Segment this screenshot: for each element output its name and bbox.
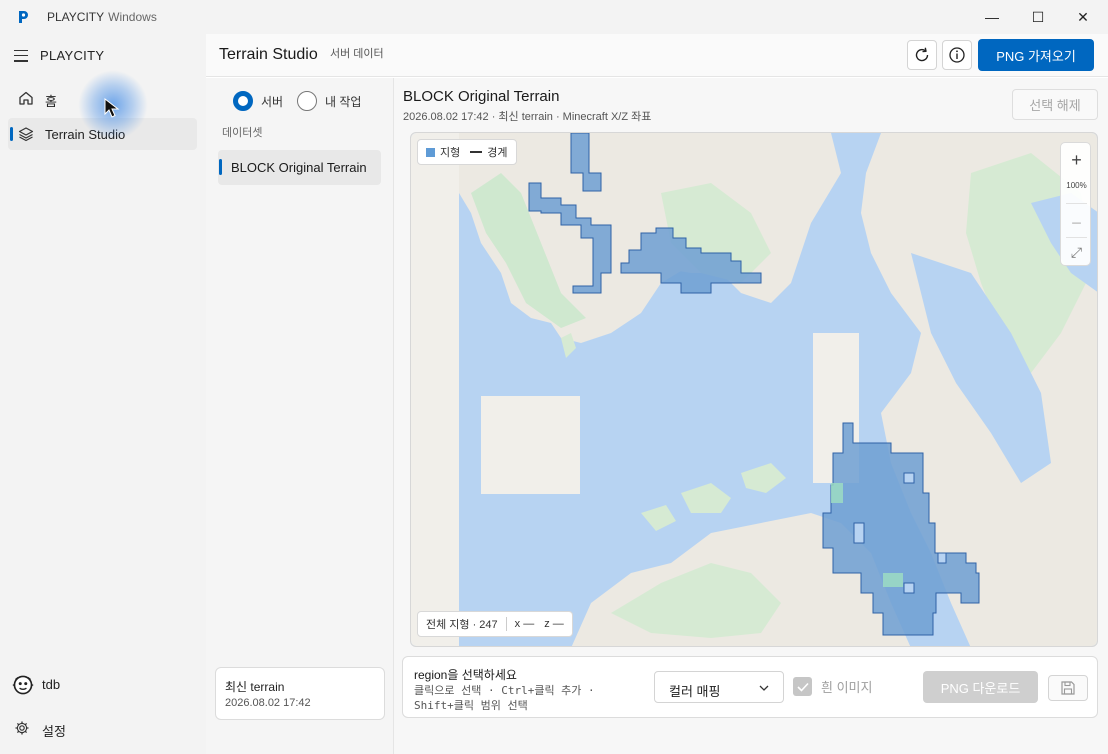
sidebar: PLAYCITY 홈 Terrain Studio tdb 설정	[0, 34, 206, 754]
mouse-cursor-icon	[104, 98, 120, 118]
refresh-icon	[915, 47, 929, 62]
map-status-bar: 전체 지형 · 247 x — z —	[417, 611, 573, 637]
terrain-hole	[853, 522, 865, 544]
close-button[interactable]: ✕	[1060, 0, 1106, 34]
window-title: PLAYCITY Windows	[47, 10, 157, 24]
png-download-button[interactable]: PNG 다운로드	[923, 671, 1038, 703]
window-subtitle: Windows	[108, 10, 157, 24]
sidebar-item-home[interactable]: 홈	[8, 82, 197, 114]
latest-terrain-date: 2026.08.02 17:42	[225, 697, 311, 709]
terrain-map[interactable]: 지형 경계 + 100% − ⤢ 전체 지형 · 247 x — z —	[410, 132, 1098, 647]
radio-server[interactable]: 서버	[233, 91, 283, 111]
dataset-item-label: BLOCK Original Terrain	[231, 160, 367, 175]
sidebar-settings-label: 설정	[42, 724, 66, 739]
selection-panel: region을 선택하세요 클릭으로 선택 · Ctrl+클릭 추가 · Shi…	[402, 656, 1098, 718]
status-total: 전체 지형 · 247	[426, 619, 498, 631]
radio-indicator[interactable]	[297, 91, 317, 111]
legend-fill-label: 지형	[440, 147, 461, 159]
status-x: x —	[514, 618, 535, 630]
title-bar: PLAYCITY Windows — ☐ ✕	[0, 0, 1108, 34]
radio-indicator[interactable]	[233, 91, 253, 111]
sidebar-item-label: Terrain Studio	[45, 127, 126, 142]
status-divider	[505, 617, 507, 631]
page-title: Terrain Studio	[219, 46, 318, 63]
brand-label: PLAYCITY	[40, 48, 105, 63]
sidebar-item-settings[interactable]: 설정	[8, 712, 197, 744]
selection-hint: 클릭으로 선택 · Ctrl+클릭 추가 · Shift+클릭 범위 선택	[414, 684, 595, 712]
color-mode-value: 컬러 매핑	[669, 684, 721, 699]
map-land	[481, 396, 580, 494]
radio-my-work[interactable]: 내 작업	[297, 91, 361, 111]
sidebar-item-terrain-studio[interactable]: Terrain Studio	[8, 118, 197, 150]
save-icon	[1061, 681, 1075, 695]
page-subtitle: 서버 데이터	[330, 48, 384, 60]
chevron-down-icon	[759, 685, 769, 691]
terrain-hole	[937, 552, 947, 564]
map-land	[411, 133, 459, 646]
dataset-meta: 2026.08.02 17:42 · 최신 terrain · Minecraf…	[403, 111, 652, 123]
window-app-name: PLAYCITY	[47, 10, 105, 24]
check-icon	[796, 682, 809, 692]
fit-view-button[interactable]: ⤢	[1061, 238, 1092, 266]
content-area: BLOCK Original Terrain 2026.08.02 17:42 …	[394, 78, 1108, 754]
latest-terrain-card: 최신 terrain 2026.08.02 17:42	[215, 667, 385, 720]
info-icon	[949, 47, 965, 63]
map-island	[641, 505, 676, 531]
minimize-button[interactable]: —	[969, 0, 1015, 34]
map-island	[741, 463, 786, 493]
dataset-panel: 서버 내 작업 데이터셋 BLOCK Original Terrain 최신 t…	[206, 78, 394, 754]
png-import-button[interactable]: PNG 가져오기	[978, 39, 1094, 71]
white-image-checkbox[interactable]: 흰 이미지	[793, 677, 872, 696]
refresh-button[interactable]	[907, 40, 937, 70]
page-header: Terrain Studio 서버 데이터 PNG 가져오기	[206, 34, 1108, 77]
map-canvas[interactable]	[411, 133, 1098, 647]
maximize-button[interactable]: ☐	[1015, 0, 1061, 34]
menu-icon[interactable]	[14, 49, 28, 62]
layers-icon	[18, 127, 34, 142]
terrain-hole	[903, 582, 915, 594]
sidebar-brand: PLAYCITY	[14, 48, 104, 63]
sidebar-user-label: tdb	[42, 677, 61, 692]
radio-label: 서버	[261, 94, 284, 109]
legend-line-swatch	[470, 151, 483, 153]
zoom-controls: + 100% − ⤢	[1060, 142, 1091, 266]
legend-line-label: 경계	[487, 147, 508, 159]
sidebar-item-user[interactable]: tdb	[8, 668, 197, 700]
save-button[interactable]	[1048, 675, 1088, 701]
dataset-title: BLOCK Original Terrain	[403, 88, 560, 105]
dataset-section-label: 데이터셋	[222, 127, 263, 139]
checkbox-box[interactable]	[793, 677, 812, 696]
status-z: z —	[544, 618, 564, 630]
map-vegetation	[883, 573, 903, 587]
map-vegetation	[831, 483, 843, 503]
avatar-icon	[12, 675, 34, 695]
app-logo-icon	[19, 11, 28, 23]
terrain-hole	[903, 472, 915, 484]
color-mode-select[interactable]: 컬러 매핑	[654, 671, 784, 703]
zoom-divider	[1066, 203, 1087, 204]
gear-icon	[15, 721, 29, 735]
zoom-level-label: 100%	[1066, 181, 1087, 190]
sidebar-item-label: 홈	[45, 94, 57, 109]
legend-fill-swatch	[426, 147, 435, 157]
map-island	[681, 483, 731, 513]
latest-terrain-title: 최신 terrain	[225, 680, 285, 694]
selection-prompt: region을 선택하세요	[414, 668, 517, 682]
dataset-item[interactable]: BLOCK Original Terrain	[218, 150, 381, 185]
radio-label: 내 작업	[325, 94, 362, 109]
zoom-in-button[interactable]: +	[1061, 146, 1092, 174]
zoom-out-button[interactable]: −	[1061, 209, 1092, 237]
info-button[interactable]	[942, 40, 972, 70]
deselect-button[interactable]: 선택 해제	[1012, 89, 1098, 120]
map-legend: 지형 경계	[417, 139, 517, 165]
home-icon	[19, 91, 33, 105]
checkbox-label: 흰 이미지	[821, 680, 873, 695]
